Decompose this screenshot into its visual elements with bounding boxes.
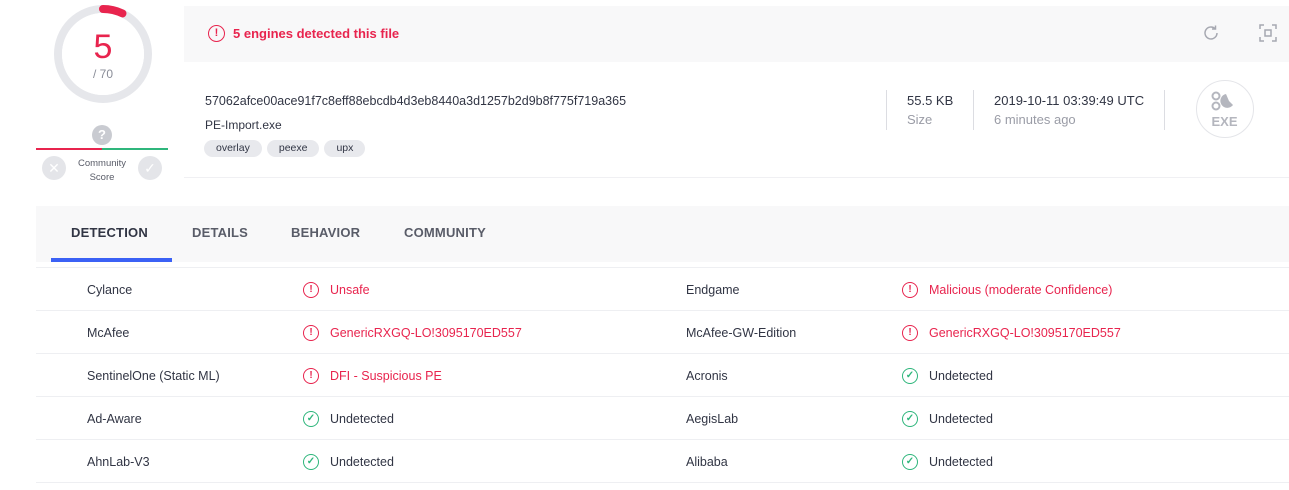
- alert-circle-icon: !: [303, 325, 319, 341]
- file-size-value: 55.5 KB: [907, 93, 954, 108]
- active-tab-indicator: [51, 258, 172, 262]
- result-text: Undetected: [929, 412, 993, 426]
- detection-result: ✓ Undetected: [902, 454, 993, 470]
- analysis-date-relative: 6 minutes ago: [994, 112, 1076, 127]
- tag-peexe[interactable]: peexe: [266, 140, 320, 157]
- tab-behavior[interactable]: BEHAVIOR: [291, 225, 360, 240]
- detection-score-ring: 5 / 70: [50, 1, 156, 107]
- check-circle-icon: ✓: [303, 454, 319, 470]
- result-text: Undetected: [929, 369, 993, 383]
- table-row: AhnLab-V3 ✓ Undetected Alibaba ✓ Undetecte…: [36, 440, 1289, 483]
- engine-name: McAfee-GW-Edition: [686, 326, 797, 340]
- table-row: McAfee ! GenericRXGQ-LO!3095170ED557 McAf…: [36, 311, 1289, 354]
- engine-name: Endgame: [686, 283, 740, 297]
- result-text: Unsafe: [330, 283, 370, 297]
- file-size-label: Size: [907, 112, 933, 127]
- engine-name: AhnLab-V3: [87, 455, 150, 469]
- engine-total: / 70: [92, 67, 113, 81]
- tab-details[interactable]: DETAILS: [192, 225, 248, 240]
- result-text: Malicious (moderate Confidence): [929, 283, 1113, 297]
- result-text: GenericRXGQ-LO!3095170ED557: [330, 326, 522, 340]
- result-text: Undetected: [330, 412, 394, 426]
- detection-result: ✓ Undetected: [902, 368, 993, 384]
- table-row: Ad-Aware ✓ Undetected AegisLab ✓ Undetecte…: [36, 397, 1289, 440]
- result-text: Undetected: [929, 455, 993, 469]
- check-circle-icon: ✓: [902, 411, 918, 427]
- check-circle-icon: ✓: [902, 368, 918, 384]
- file-info-card: 57062afce00ace91f7c8eff88ebcdb4d3eb8440a…: [184, 62, 1289, 178]
- detection-result: ! DFI - Suspicious PE: [303, 368, 442, 384]
- alert-circle-icon: !: [303, 368, 319, 384]
- divider: [886, 90, 887, 130]
- tag-overlay[interactable]: overlay: [204, 140, 262, 157]
- close-icon: ✕: [48, 160, 60, 176]
- check-icon: ✓: [144, 160, 156, 176]
- engine-name: SentinelOne (Static ML): [87, 369, 220, 383]
- alert-circle-icon: !: [902, 282, 918, 298]
- community-score-label: Community Score: [66, 157, 138, 185]
- engine-name: Acronis: [686, 369, 728, 383]
- engine-name: Alibaba: [686, 455, 728, 469]
- community-label-line1: Community: [77, 158, 127, 169]
- detection-result: ! Unsafe: [303, 282, 370, 298]
- file-type-label: EXE: [1211, 114, 1238, 129]
- file-tags: overlay peexe upx: [204, 140, 366, 157]
- result-text: GenericRXGQ-LO!3095170ED557: [929, 326, 1121, 340]
- table-row: Cylance ! Unsafe Endgame ! Malicious (mode…: [36, 268, 1289, 311]
- engine-name: McAfee: [87, 326, 130, 340]
- tag-upx[interactable]: upx: [324, 140, 366, 157]
- tab-community[interactable]: COMMUNITY: [404, 225, 486, 240]
- alert-circle-icon: !: [902, 325, 918, 341]
- file-type-icon: EXE: [1196, 80, 1254, 138]
- check-circle-icon: ✓: [303, 411, 319, 427]
- detection-result: ! GenericRXGQ-LO!3095170ED557: [303, 325, 522, 341]
- detection-result: ✓ Undetected: [303, 411, 394, 427]
- detection-result: ! GenericRXGQ-LO!3095170ED557: [902, 325, 1121, 341]
- file-hash[interactable]: 57062afce00ace91f7c8eff88ebcdb4d3eb8440a…: [205, 94, 626, 108]
- alert-circle-icon: !: [208, 25, 225, 42]
- detection-result: ✓ Undetected: [303, 454, 394, 470]
- detection-result: ! Malicious (moderate Confidence): [902, 282, 1112, 298]
- community-score: ? ✕ Community Score ✓: [36, 120, 168, 188]
- detection-summary-bar: ! 5 engines detected this file: [184, 6, 1289, 62]
- divider: [973, 90, 974, 130]
- engine-name: Ad-Aware: [87, 412, 142, 426]
- vote-up-button[interactable]: ✓: [138, 156, 162, 180]
- tab-detection[interactable]: DETECTION: [71, 225, 148, 240]
- detection-count: 5: [93, 28, 113, 66]
- vote-down-button[interactable]: ✕: [42, 156, 66, 180]
- community-bar-negative: [36, 148, 102, 150]
- community-label-line2: Score: [89, 172, 115, 183]
- result-text: DFI - Suspicious PE: [330, 369, 442, 383]
- analysis-date-value: 2019-10-11 03:39:49 UTC: [994, 93, 1145, 108]
- similar-files-icon[interactable]: [1258, 23, 1278, 43]
- divider: [1164, 90, 1165, 130]
- engine-name: AegisLab: [686, 412, 739, 426]
- check-circle-icon: ✓: [902, 454, 918, 470]
- result-text: Undetected: [330, 455, 394, 469]
- detections-table: Cylance ! Unsafe Endgame ! Malicious (mode…: [36, 267, 1289, 483]
- table-row: SentinelOne (Static ML) ! DFI - Suspiciou…: [36, 354, 1289, 397]
- tab-bar: DETECTION DETAILS BEHAVIOR COMMUNITY: [36, 206, 1289, 262]
- file-name: PE-Import.exe: [205, 118, 282, 132]
- detection-result: ✓ Undetected: [902, 411, 993, 427]
- gear-icon: [1211, 91, 1233, 111]
- reanalyze-icon[interactable]: [1200, 22, 1222, 44]
- detection-summary-text: 5 engines detected this file: [233, 26, 400, 41]
- question-icon[interactable]: ?: [92, 125, 112, 145]
- community-bar-positive: [102, 148, 168, 150]
- engine-name: Cylance: [87, 283, 133, 297]
- alert-circle-icon: !: [303, 282, 319, 298]
